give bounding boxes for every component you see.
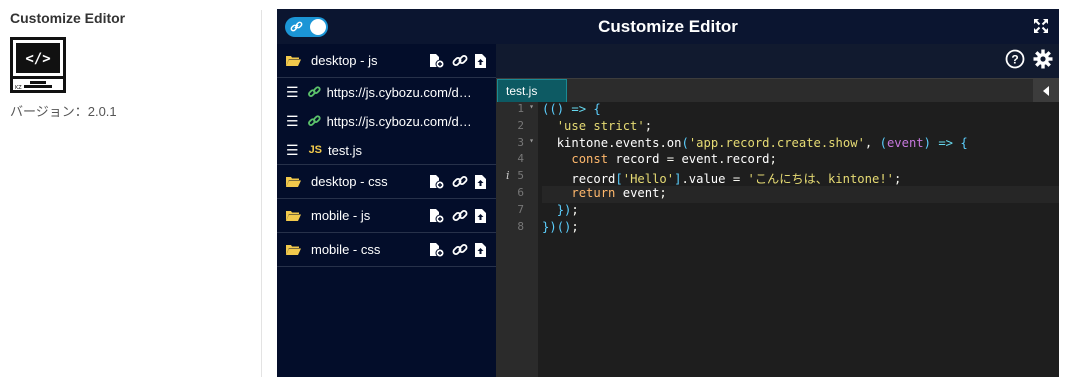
help-icon[interactable]: ? bbox=[1005, 49, 1025, 69]
code-editor[interactable]: 1 ▾ 2 3 ▾ 4 i5 6 7 8 (() => { 'use strict'… bbox=[496, 102, 1059, 377]
divider bbox=[261, 10, 262, 377]
line-number-gutter: 1 ▾ 2 3 ▾ 4 i5 6 7 8 bbox=[496, 102, 538, 377]
plugin-title: Customize Editor bbox=[10, 10, 126, 26]
line-number: 3 ▾ bbox=[517, 135, 534, 149]
line-number: 2 bbox=[517, 118, 524, 132]
code-line: }); bbox=[556, 202, 579, 217]
plugin-info: Customize Editor </> KZ バージョン：2.0.1 bbox=[10, 10, 250, 120]
code-line: (() => { bbox=[542, 102, 601, 116]
caret-left-icon bbox=[1043, 86, 1049, 96]
add-file-icon[interactable] bbox=[429, 242, 445, 257]
line-number: 6 bbox=[517, 185, 524, 199]
code-monitor-icon: </> KZ bbox=[10, 37, 66, 93]
svg-text:KZ: KZ bbox=[15, 85, 22, 91]
fold-arrow-icon[interactable]: ▾ bbox=[529, 102, 534, 111]
tab-bar: test.js bbox=[496, 78, 1059, 103]
code-line: 'use strict'; bbox=[556, 118, 653, 133]
expand-icon[interactable] bbox=[1033, 18, 1049, 39]
code-line: kintone.events.on('app.record.create.sho… bbox=[556, 135, 968, 150]
folder-mobile-css[interactable]: mobile - css bbox=[277, 233, 496, 267]
upload-file-icon[interactable] bbox=[475, 208, 486, 223]
file-name: test.js bbox=[328, 142, 362, 158]
editor-toolbar: ? bbox=[1005, 49, 1053, 69]
folder-open-icon bbox=[286, 244, 301, 255]
add-link-icon[interactable] bbox=[452, 175, 468, 189]
folder-desktop-js[interactable]: desktop - js bbox=[277, 44, 496, 78]
customize-editor: Customize Editor desktop - js ☰ https://… bbox=[277, 9, 1059, 377]
plugin-version: バージョン：2.0.1 bbox=[10, 104, 117, 119]
upload-file-icon[interactable] bbox=[475, 174, 486, 189]
line-number: 4 bbox=[517, 152, 524, 166]
folder-open-icon bbox=[286, 55, 301, 66]
editor-title: Customize Editor bbox=[598, 17, 738, 36]
svg-text:</>: </> bbox=[25, 51, 50, 67]
menu-lines-icon[interactable]: ☰ bbox=[286, 113, 299, 130]
tab-test-js[interactable]: test.js bbox=[497, 79, 567, 103]
upload-file-icon[interactable] bbox=[475, 242, 486, 257]
link-icon bbox=[307, 115, 321, 126]
add-link-icon[interactable] bbox=[452, 243, 468, 257]
info-icon[interactable]: i bbox=[506, 169, 510, 182]
add-file-icon[interactable] bbox=[429, 53, 445, 68]
file-sidebar: desktop - js ☰ https://js.cybozu.com/d… … bbox=[277, 44, 496, 377]
line-number: 1 ▾ bbox=[517, 102, 534, 115]
folder-open-icon bbox=[286, 210, 301, 221]
code-line: const record = event.record; bbox=[571, 152, 777, 167]
code-line: })(); bbox=[542, 219, 579, 234]
folder-desktop-css[interactable]: desktop - css bbox=[277, 165, 496, 199]
code-content[interactable]: (() => { 'use strict'; kintone.events.on… bbox=[542, 102, 1059, 236]
file-item[interactable]: ☰ JS test.js bbox=[277, 136, 496, 165]
folder-label: desktop - css bbox=[311, 174, 388, 189]
add-file-icon[interactable] bbox=[429, 174, 445, 189]
fold-arrow-icon[interactable]: ▾ bbox=[529, 136, 534, 145]
add-link-icon[interactable] bbox=[452, 209, 468, 223]
editor-topbar: Customize Editor bbox=[277, 9, 1059, 44]
menu-lines-icon[interactable]: ☰ bbox=[286, 142, 299, 159]
folder-label: mobile - css bbox=[311, 242, 381, 257]
file-url: https://js.cybozu.com/d… bbox=[326, 85, 472, 100]
folder-mobile-js[interactable]: mobile - js bbox=[277, 199, 496, 233]
file-item[interactable]: ☰ https://js.cybozu.com/d… bbox=[277, 78, 496, 107]
upload-file-icon[interactable] bbox=[475, 53, 486, 68]
line-number: 8 bbox=[517, 219, 524, 233]
add-link-icon[interactable] bbox=[452, 54, 468, 68]
file-url: https://js.cybozu.com/d… bbox=[326, 114, 472, 129]
folder-open-icon bbox=[286, 176, 301, 187]
editor-main: ? test.js 1 ▾ 2 3 ▾ 4 i5 6 7 8 (() => { 'u… bbox=[496, 44, 1059, 377]
file-item[interactable]: ☰ https://js.cybozu.com/d… bbox=[277, 107, 496, 136]
line-number: i5 bbox=[506, 169, 524, 183]
folder-label: desktop - js bbox=[311, 53, 378, 68]
line-number: 7 bbox=[517, 202, 524, 216]
collapse-panel-button[interactable] bbox=[1033, 79, 1059, 103]
link-icon bbox=[307, 86, 321, 97]
code-line: return event; bbox=[542, 185, 1059, 203]
js-icon: JS bbox=[308, 144, 323, 156]
code-line: record['Hello'].value = 'こんにちは、kintone!'… bbox=[571, 172, 902, 187]
menu-lines-icon[interactable]: ☰ bbox=[286, 84, 299, 101]
add-file-icon[interactable] bbox=[429, 208, 445, 223]
folder-label: mobile - js bbox=[311, 208, 371, 223]
gear-icon[interactable] bbox=[1033, 49, 1053, 69]
svg-text:?: ? bbox=[1011, 53, 1018, 67]
